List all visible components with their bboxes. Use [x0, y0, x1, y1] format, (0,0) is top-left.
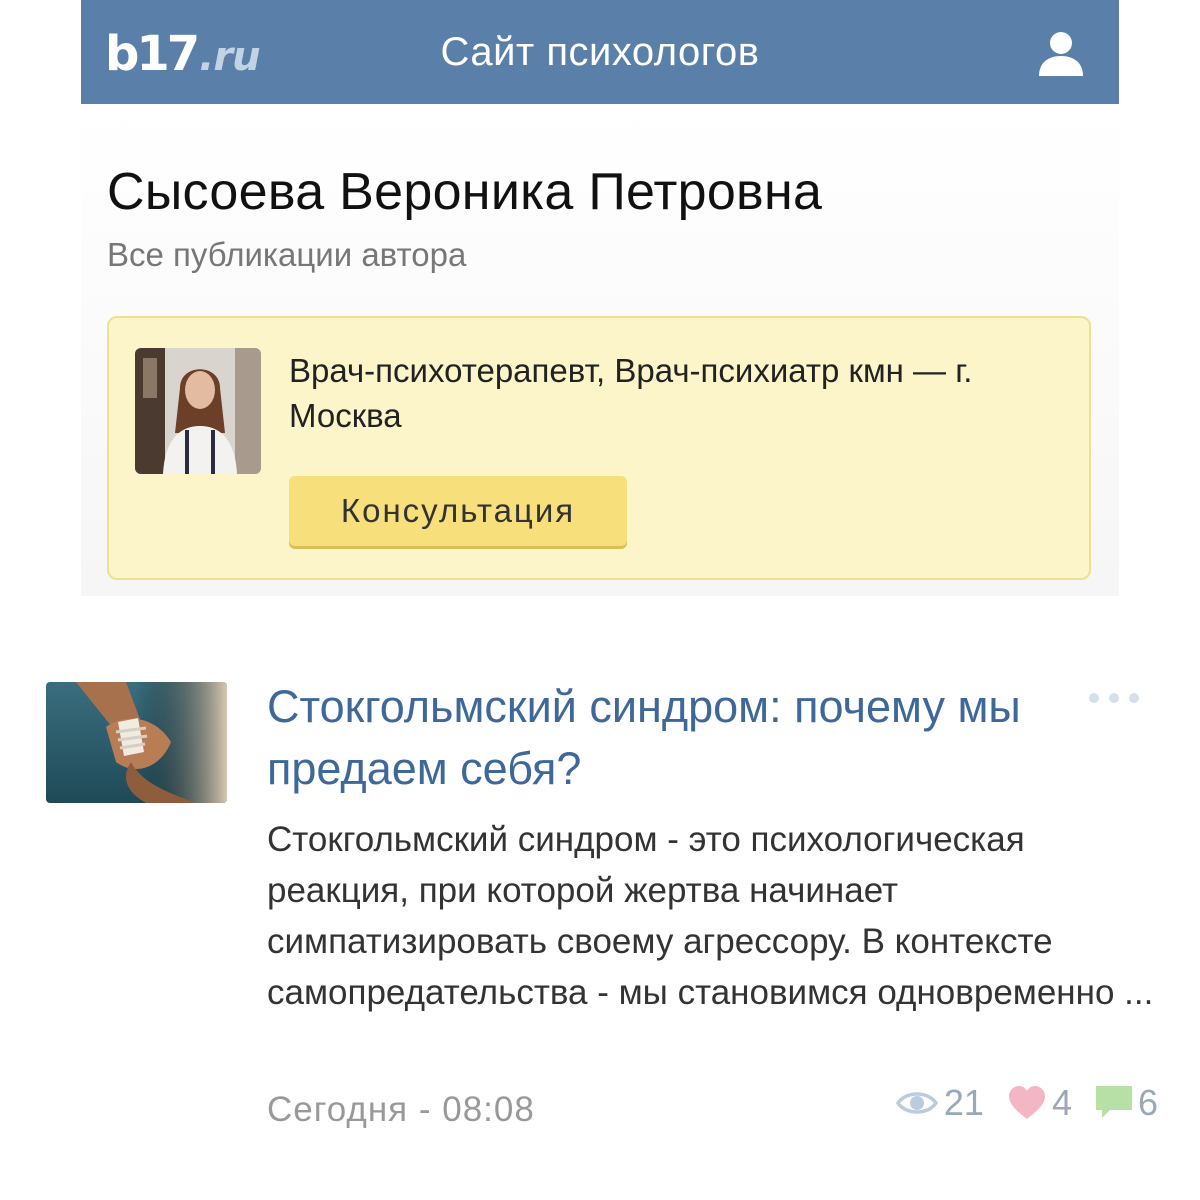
heart-icon[interactable] — [1008, 1086, 1046, 1120]
all-publications-link[interactable]: Все публикации автора — [107, 236, 466, 274]
avatar[interactable] — [135, 348, 261, 474]
consultation-button[interactable]: Консультация — [289, 476, 627, 546]
comments-stat[interactable]: 6 — [1095, 1082, 1158, 1124]
views-count: 21 — [943, 1082, 984, 1123]
author-section: Сысоева Вероника Петровна Все публикации… — [81, 104, 1119, 596]
likes-count: 4 — [1051, 1082, 1072, 1123]
views-stat: 21 — [895, 1082, 984, 1124]
article-title-link[interactable]: Стокгольмский синдром: почему мы предаем… — [267, 676, 1077, 800]
eye-icon — [895, 1092, 938, 1114]
author-card: Врач-психотерапевт, Врач-психиатр кмн — … — [107, 316, 1091, 580]
more-options-icon[interactable] — [1084, 688, 1144, 708]
article-excerpt: Стокгольмский синдром - это психологичес… — [267, 820, 1154, 1012]
article-date: Сегодня - 08:08 — [267, 1090, 535, 1129]
comments-count: 6 — [1137, 1082, 1158, 1123]
article-preview[interactable]: Стокгольмский синдром: почему мы предаем… — [0, 596, 1200, 1200]
author-specialization: Врач-психотерапевт, Врач-психиатр кмн — … — [289, 352, 973, 434]
article-stats: 21 4 6 — [895, 1082, 1158, 1124]
comment-icon[interactable] — [1095, 1086, 1132, 1120]
author-name: Сысоева Вероника Петровна — [107, 163, 823, 221]
site-title: Сайт психологов — [440, 30, 760, 74]
likes-stat[interactable]: 4 — [1008, 1082, 1072, 1124]
user-icon[interactable] — [1037, 30, 1085, 76]
article-thumbnail[interactable] — [46, 682, 227, 803]
top-bar: b17 .ru Сайт психологов — [81, 0, 1119, 104]
